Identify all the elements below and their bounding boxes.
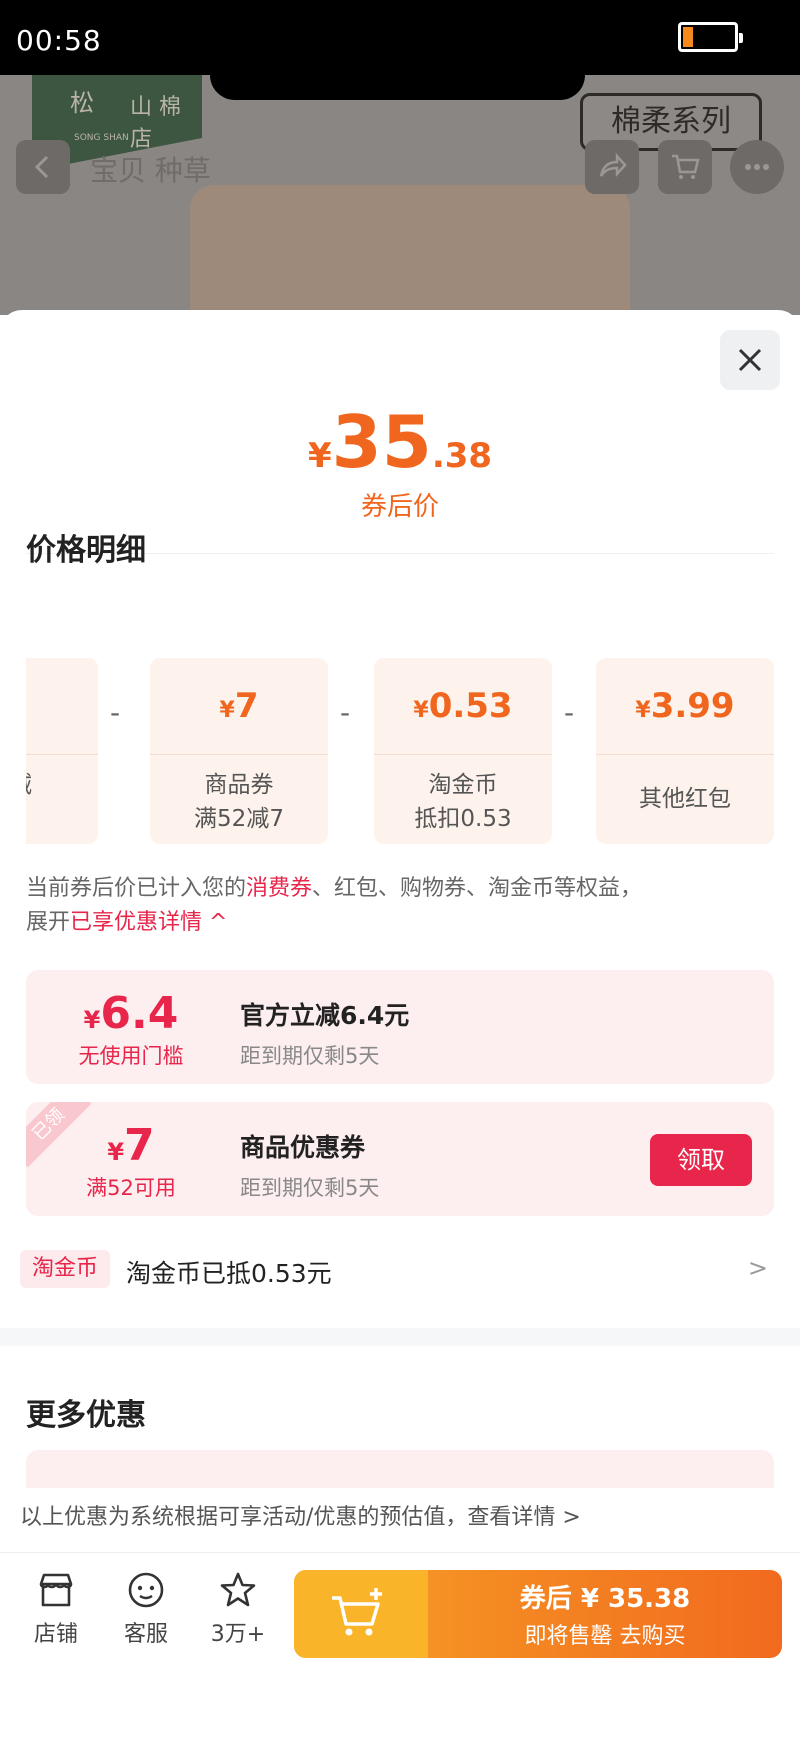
share-icon xyxy=(599,152,627,178)
coupon-amount: ¥7 xyxy=(107,1120,155,1171)
cart-icon xyxy=(672,154,700,179)
shop-button[interactable]: 店铺 xyxy=(16,1570,96,1648)
breakdown-card: ¥3.99 其他红包 xyxy=(596,658,774,844)
breakdown-value: ¥3.99 xyxy=(635,686,735,726)
coupon-card: 已领 ¥7 满52可用 商品优惠券 距到期仅剩5天 领取 xyxy=(26,1102,774,1216)
chevron-right-icon: > xyxy=(747,1254,768,1282)
coupon-card: ¥6.4 无使用门槛 官方立减6.4元 距到期仅剩5天 xyxy=(26,970,774,1084)
camera-notch xyxy=(210,75,585,100)
estimate-note[interactable]: 以上优惠为系统根据可享活动/优惠的预估值，查看详情 > xyxy=(0,1488,800,1548)
battery-level xyxy=(683,27,693,47)
coupon-title: 官方立减6.4元 xyxy=(240,1001,410,1030)
section-divider xyxy=(0,1328,800,1346)
add-to-cart-button[interactable] xyxy=(294,1570,428,1658)
bottom-action-bar: 店铺 客服 3万+ 券后 ¥ 35.38 即将售罄 去购买 xyxy=(0,1556,800,1739)
expand-details-link[interactable]: 已享优惠详情 ^ xyxy=(70,910,227,935)
share-button[interactable] xyxy=(585,140,639,194)
status-time: 00:58 xyxy=(16,24,102,57)
customer-service-button[interactable]: 客服 xyxy=(106,1570,186,1648)
shop-logo-text: 山 棉店 xyxy=(130,95,181,152)
breakdown-card: .4 立减% xyxy=(26,658,98,844)
price-note: 当前券后价已计入您的消费券、红包、购物券、淘金币等权益， 展开已享优惠详情 ^ xyxy=(26,876,643,935)
store-icon xyxy=(39,1573,73,1607)
breakdown-desc: 商品券 满52减7 xyxy=(194,772,284,832)
coin-tag: 淘金币 xyxy=(20,1250,110,1288)
coin-text: 淘金币已抵0.53元 xyxy=(126,1259,332,1288)
shop-logo-subtext: SONG SHAN xyxy=(74,133,129,143)
divider xyxy=(0,1552,800,1553)
price-detail-sheet: ¥35.38 券后价 价格明细 .4 立减% - ¥7 商品券满52减7 - ¥… xyxy=(0,310,800,1739)
back-button[interactable] xyxy=(16,140,70,194)
favorite-button[interactable]: 3万+ xyxy=(198,1570,278,1648)
minus-sign: - xyxy=(340,696,351,729)
service-label: 客服 xyxy=(123,1622,168,1647)
coupon-expiry: 距到期仅剩5天 xyxy=(240,1044,380,1068)
cart-button[interactable] xyxy=(658,140,712,194)
buy-action-text: 即将售罄 去购买 xyxy=(524,1624,686,1649)
star-icon xyxy=(220,1572,256,1607)
more-offers-title: 更多优惠 xyxy=(26,1398,146,1433)
final-price: ¥35.38 xyxy=(0,400,800,484)
breakdown-value: ¥0.53 xyxy=(413,686,513,726)
status-bar: 00:58 xyxy=(0,0,800,75)
breakdown-title: 价格明细 xyxy=(26,533,146,568)
breakdown-card: ¥7 商品券 满52减7 xyxy=(150,658,328,844)
coupon-title: 商品优惠券 xyxy=(240,1133,366,1162)
close-icon xyxy=(738,348,762,372)
add-cart-icon xyxy=(332,1588,382,1636)
consumer-coupon-link[interactable]: 消费券 xyxy=(246,876,312,901)
coupon-amount: ¥6.4 xyxy=(83,988,179,1039)
more-icon xyxy=(745,164,769,170)
nav-tabs[interactable]: 宝贝 种草 xyxy=(90,149,211,189)
breakdown-desc: 淘金币 抵扣0.53 xyxy=(414,772,512,832)
more-button[interactable] xyxy=(730,140,784,194)
coupon-condition: 无使用门槛 xyxy=(78,1044,184,1068)
breakdown-value: .4 xyxy=(26,686,98,726)
coin-deduction-row[interactable]: 淘金币 淘金币已抵0.53元 > xyxy=(20,1250,780,1290)
favorite-count: 3万+ xyxy=(210,1622,266,1647)
claim-button[interactable]: 领取 xyxy=(650,1134,752,1186)
minus-sign: - xyxy=(110,696,121,729)
buy-button[interactable]: 券后 ¥ 35.38 即将售罄 去购买 xyxy=(294,1570,782,1658)
breakdown-desc: 立减% xyxy=(26,768,98,836)
price-decimal: .38 xyxy=(431,436,493,476)
breakdown-card: ¥0.53 淘金币 抵扣0.53 xyxy=(374,658,552,844)
price-breakdown: .4 立减% - ¥7 商品券满52减7 - ¥0.53 淘金币抵扣0.53 -… xyxy=(26,658,774,854)
price-label: 券后价 xyxy=(360,492,439,522)
price-integer: 35 xyxy=(331,400,432,484)
battery-icon xyxy=(678,22,743,52)
breakdown-value: ¥7 xyxy=(219,686,259,726)
chevron-left-icon xyxy=(34,155,49,179)
breakdown-desc: 其他红包 xyxy=(639,786,731,812)
currency-symbol: ¥ xyxy=(307,436,332,476)
product-background: 松 山 棉店 SONG SHAN 棉柔系列 宝贝 种草 xyxy=(0,75,800,315)
home-indicator xyxy=(0,1706,800,1739)
shop-label: 店铺 xyxy=(33,1622,78,1647)
smile-chat-icon xyxy=(128,1572,164,1608)
product-image xyxy=(190,185,630,315)
minus-sign: - xyxy=(564,696,575,729)
shop-logo-text: 松 xyxy=(70,89,94,117)
coupon-expiry: 距到期仅剩5天 xyxy=(240,1176,380,1200)
coupon-condition: 满52可用 xyxy=(86,1176,176,1200)
buy-price-text: 券后 ¥ 35.38 xyxy=(519,1584,691,1614)
close-button[interactable] xyxy=(720,330,780,390)
